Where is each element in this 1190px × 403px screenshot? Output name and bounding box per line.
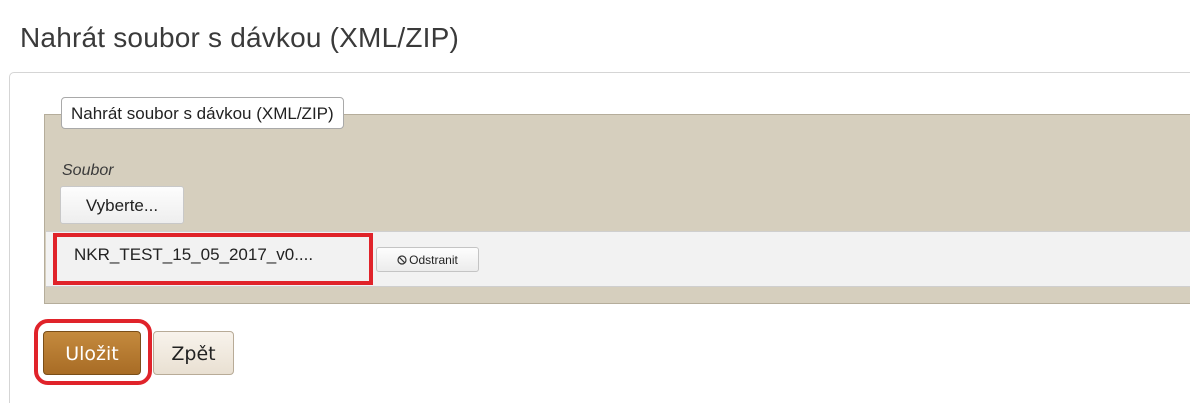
save-button[interactable]: Uložit — [43, 331, 141, 375]
page: Nahrát soubor s dávkou (XML/ZIP) Nahrát … — [0, 0, 1190, 403]
page-title: Nahrát soubor s dávkou (XML/ZIP) — [20, 22, 460, 53]
choose-file-button[interactable]: Vyberte... — [60, 186, 184, 224]
remove-file-label: Odstranit — [409, 253, 458, 267]
fieldset-legend: Nahrát soubor s dávkou (XML/ZIP) — [61, 97, 344, 129]
ban-icon — [397, 255, 407, 265]
remove-file-button[interactable]: Odstranit — [376, 247, 479, 272]
back-button[interactable]: Zpět — [153, 331, 234, 375]
file-name-highlight — [53, 233, 373, 285]
file-field-label: Soubor — [62, 162, 114, 179]
